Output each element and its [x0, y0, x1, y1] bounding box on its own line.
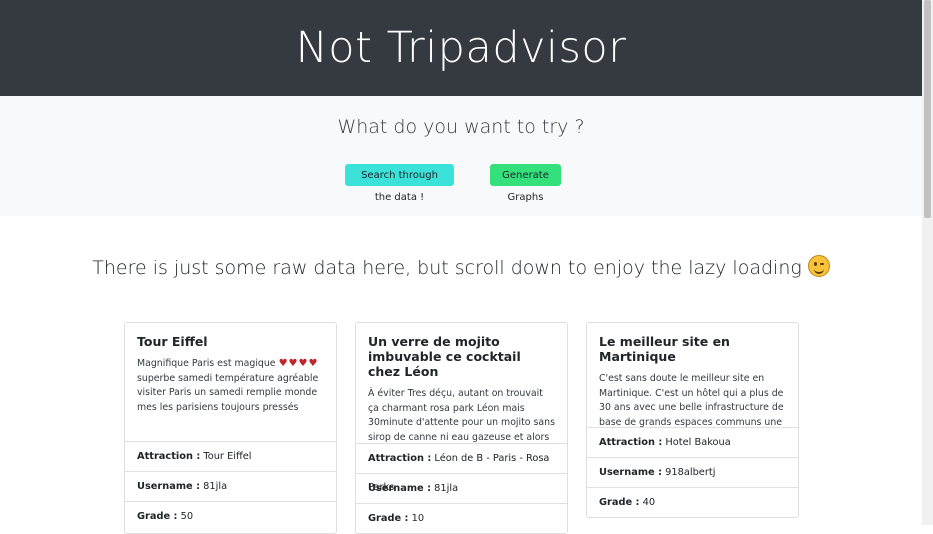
lazy-loading-text: There is just some raw data here, but sc…: [92, 257, 802, 279]
attraction-row: Attraction : Tour Eiffel: [125, 441, 336, 471]
review-title: Le meilleur site en Martinique: [599, 334, 730, 364]
scrollbar-thumb[interactable]: [924, 0, 931, 218]
review-text: C'est sans doute le meilleur site en Mar…: [599, 373, 784, 428]
review-details: Attraction : Tour Eiffel Username : 81jl…: [125, 441, 336, 531]
attraction-row: Attraction : Léon de B - Paris - Rosa Pa…: [356, 443, 567, 493]
review-title: Un verre de mojito imbuvable ce cocktail…: [368, 334, 521, 379]
attraction-row: Attraction : Hotel Bakoua: [587, 427, 798, 457]
site-title: Not Tripadvisor: [295, 23, 627, 73]
review-card: Un verre de mojito imbuvable ce cocktail…: [355, 322, 568, 534]
review-text: À éviter Tres déçu, autant on trouvait ç…: [368, 388, 555, 443]
page-header: Not Tripadvisor: [0, 0, 922, 96]
review-details: Attraction : Léon de B - Paris - Rosa Pa…: [356, 443, 567, 533]
review-card: Le meilleur site en Martinique C'est san…: [586, 322, 799, 518]
review-text: Magnifique Paris est magique ♥♥♥♥ superb…: [137, 358, 319, 413]
username-row: Username : 81jla: [356, 473, 567, 503]
winking-face-icon: [807, 255, 830, 277]
grade-row: Grade : 10: [356, 503, 567, 533]
review-title: Tour Eiffel: [137, 334, 208, 349]
review-card: Tour Eiffel Magnifique Paris est magique…: [124, 322, 337, 534]
username-row: Username : 81jla: [125, 471, 336, 501]
generate-graphs-button[interactable]: Generate Graphs: [490, 164, 561, 203]
lazy-loading-heading: There is just some raw data here, but sc…: [0, 255, 922, 279]
grade-row: Grade : 40: [587, 487, 798, 517]
username-row: Username : 918albertj: [587, 457, 798, 487]
hero-question: What do you want to try ?: [337, 116, 585, 138]
search-data-button[interactable]: Search through the data !: [345, 164, 454, 203]
hearts-icon: ♥♥♥♥: [278, 358, 319, 369]
grade-row: Grade : 50: [125, 501, 336, 531]
review-details: Attraction : Hotel Bakoua Username : 918…: [587, 427, 798, 517]
vertical-scrollbar[interactable]: [922, 0, 933, 525]
hero-section: What do you want to try ? Search through…: [0, 96, 922, 216]
